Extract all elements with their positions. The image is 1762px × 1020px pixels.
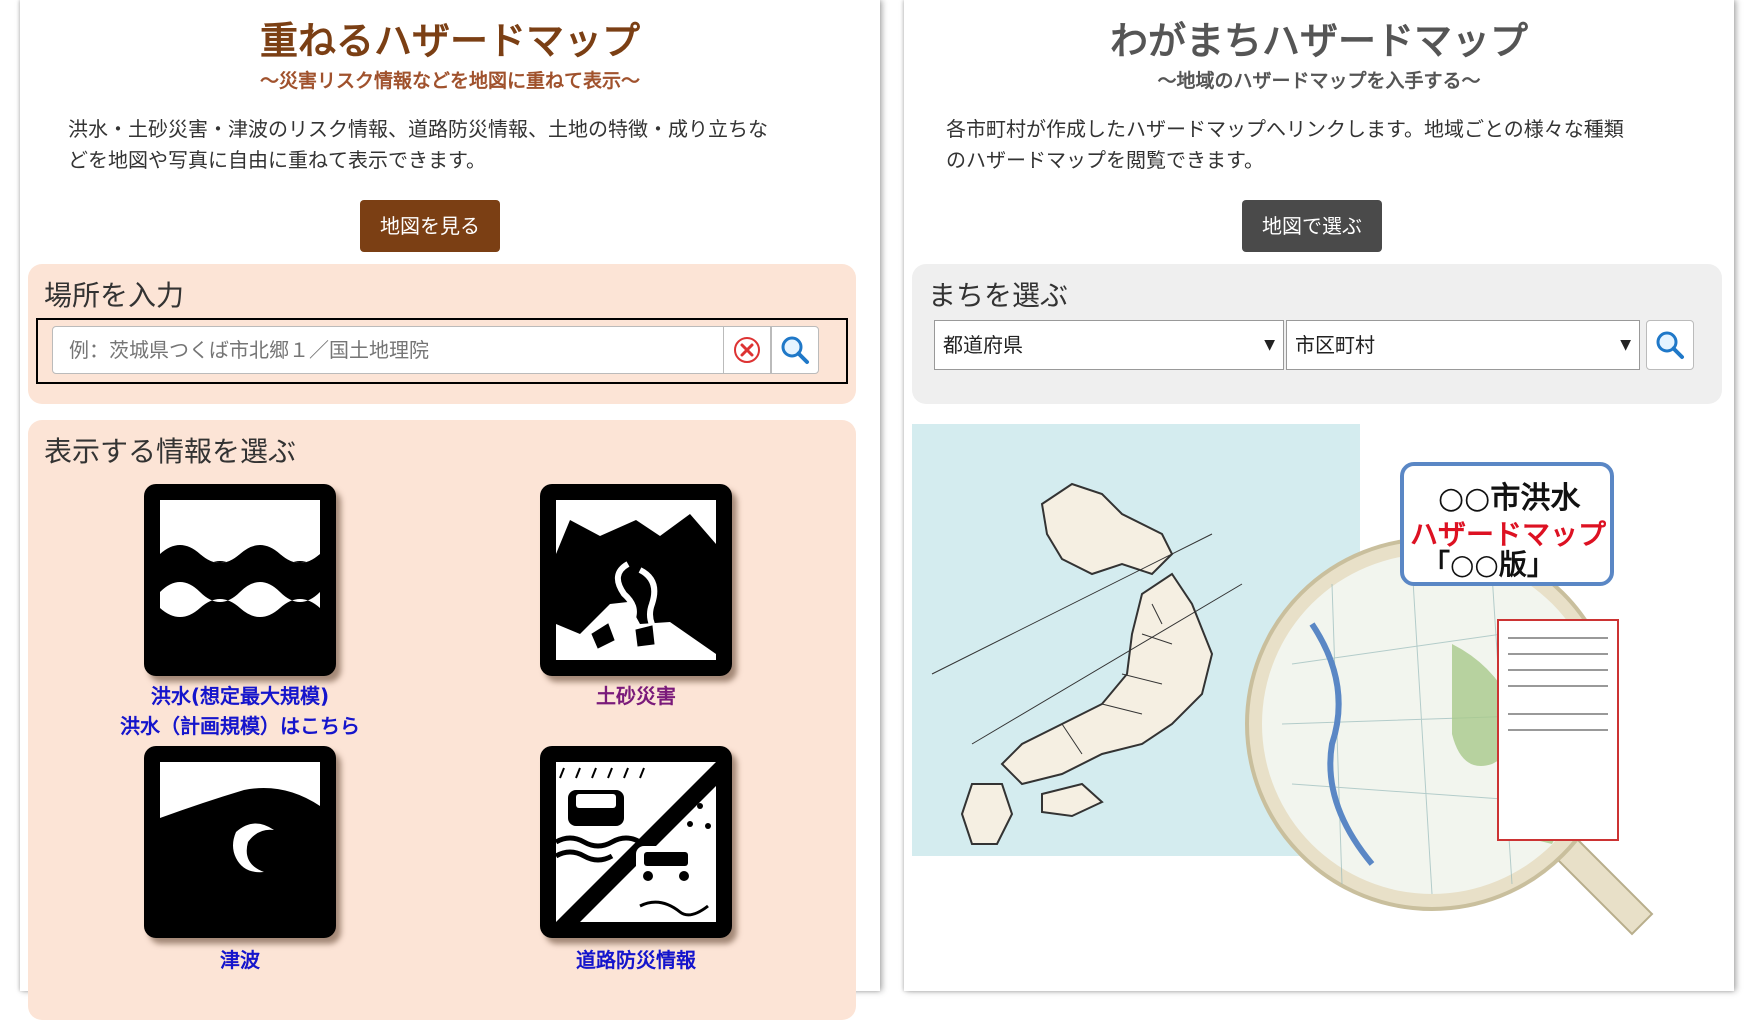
tsunami-link[interactable]: 津波 xyxy=(140,944,340,973)
search-icon xyxy=(1656,331,1684,359)
magnifier-text-line1: ○○市洪水 xyxy=(1438,481,1581,516)
search-button[interactable] xyxy=(771,326,819,374)
description-line: 洪水・土砂災害・津波のリスク情報、道路防災情報、土地の特徴・成り立ちな xyxy=(68,117,768,141)
clear-button[interactable] xyxy=(723,326,771,374)
road-icon xyxy=(554,762,716,922)
view-map-button[interactable]: 地図を見る xyxy=(360,200,500,252)
choose-on-map-button[interactable]: 地図で選ぶ xyxy=(1242,200,1382,252)
place-search-input[interactable] xyxy=(52,326,724,374)
road-link[interactable]: 道路防災情報 xyxy=(516,944,756,973)
page-title: 重ねるハザードマップ xyxy=(259,19,640,63)
dropdown-arrow-icon: ▼ xyxy=(1620,337,1631,353)
place-input-box: 場所を入力 xyxy=(28,264,856,404)
landslide-button[interactable] xyxy=(540,484,732,676)
page-subtitle: ～地域のハザードマップを入手する～ xyxy=(1157,70,1481,92)
description: 各市町村が作成したハザードマップへリンクします。地域ごとの様々な種類 のハザード… xyxy=(946,114,1624,176)
local-hazard-map-panel: わがまちハザードマップ ～地域のハザードマップを入手する～ 各市町村が作成したハ… xyxy=(904,0,1734,991)
place-box-title: 場所を入力 xyxy=(44,279,185,312)
city-select-value: 市区町村 xyxy=(1295,333,1375,357)
magnifier-text-line2: ハザードマップ xyxy=(1410,518,1607,551)
tsunami-icon xyxy=(160,762,320,922)
landslide-icon xyxy=(556,500,716,660)
dropdown-arrow-icon: ▼ xyxy=(1264,337,1275,353)
japan-map-illustration[interactable]: ○○市洪水 ハザードマップ 「○○版」 xyxy=(912,424,1712,944)
prefecture-select[interactable]: 都道府県 ▼ xyxy=(934,320,1284,370)
search-frame xyxy=(36,318,848,384)
town-select-box: まちを選ぶ 都道府県 ▼ 市区町村 ▼ xyxy=(912,264,1722,404)
description-line: どを地図や写真に自由に重ねて表示できます。 xyxy=(68,148,486,172)
japan-map-icon: ○○市洪水 ハザードマップ 「○○版」 xyxy=(912,424,1654,936)
flood-link[interactable]: 洪水(想定最大規模) xyxy=(104,680,376,709)
town-box-title: まちを選ぶ xyxy=(928,279,1069,312)
page-title: わがまちハザードマップ xyxy=(1109,19,1528,63)
description-line: のハザードマップを閲覧できます。 xyxy=(946,148,1264,172)
prefecture-select-value: 都道府県 xyxy=(943,333,1023,357)
clear-icon xyxy=(734,337,760,363)
town-search-button[interactable] xyxy=(1646,320,1694,370)
overlay-hazard-map-panel: 重ねるハザードマップ ～災害リスク情報などを地図に重ねて表示～ 洪水・土砂災害・… xyxy=(20,0,880,1020)
description: 洪水・土砂災害・津波のリスク情報、道路防災情報、土地の特徴・成り立ちな どを地図… xyxy=(68,114,768,176)
flood-icon xyxy=(160,500,320,617)
search-icon xyxy=(781,336,809,364)
info-box-title: 表示する情報を選ぶ xyxy=(44,435,297,468)
description-line: 各市町村が作成したハザードマップへリンクします。地域ごとの様々な種類 xyxy=(946,117,1624,141)
tsunami-button[interactable] xyxy=(144,746,336,938)
road-button[interactable] xyxy=(540,746,732,938)
landslide-link[interactable]: 土砂災害 xyxy=(516,680,756,709)
page-subtitle: ～災害リスク情報などを地図に重ねて表示～ xyxy=(259,70,640,92)
magnifier-text-line3: 「○○版」 xyxy=(1422,548,1555,581)
flood-plan-link[interactable]: 洪水（計画規模）はこちら xyxy=(84,710,396,739)
flood-button[interactable] xyxy=(144,484,336,676)
city-select[interactable]: 市区町村 ▼ xyxy=(1286,320,1640,370)
